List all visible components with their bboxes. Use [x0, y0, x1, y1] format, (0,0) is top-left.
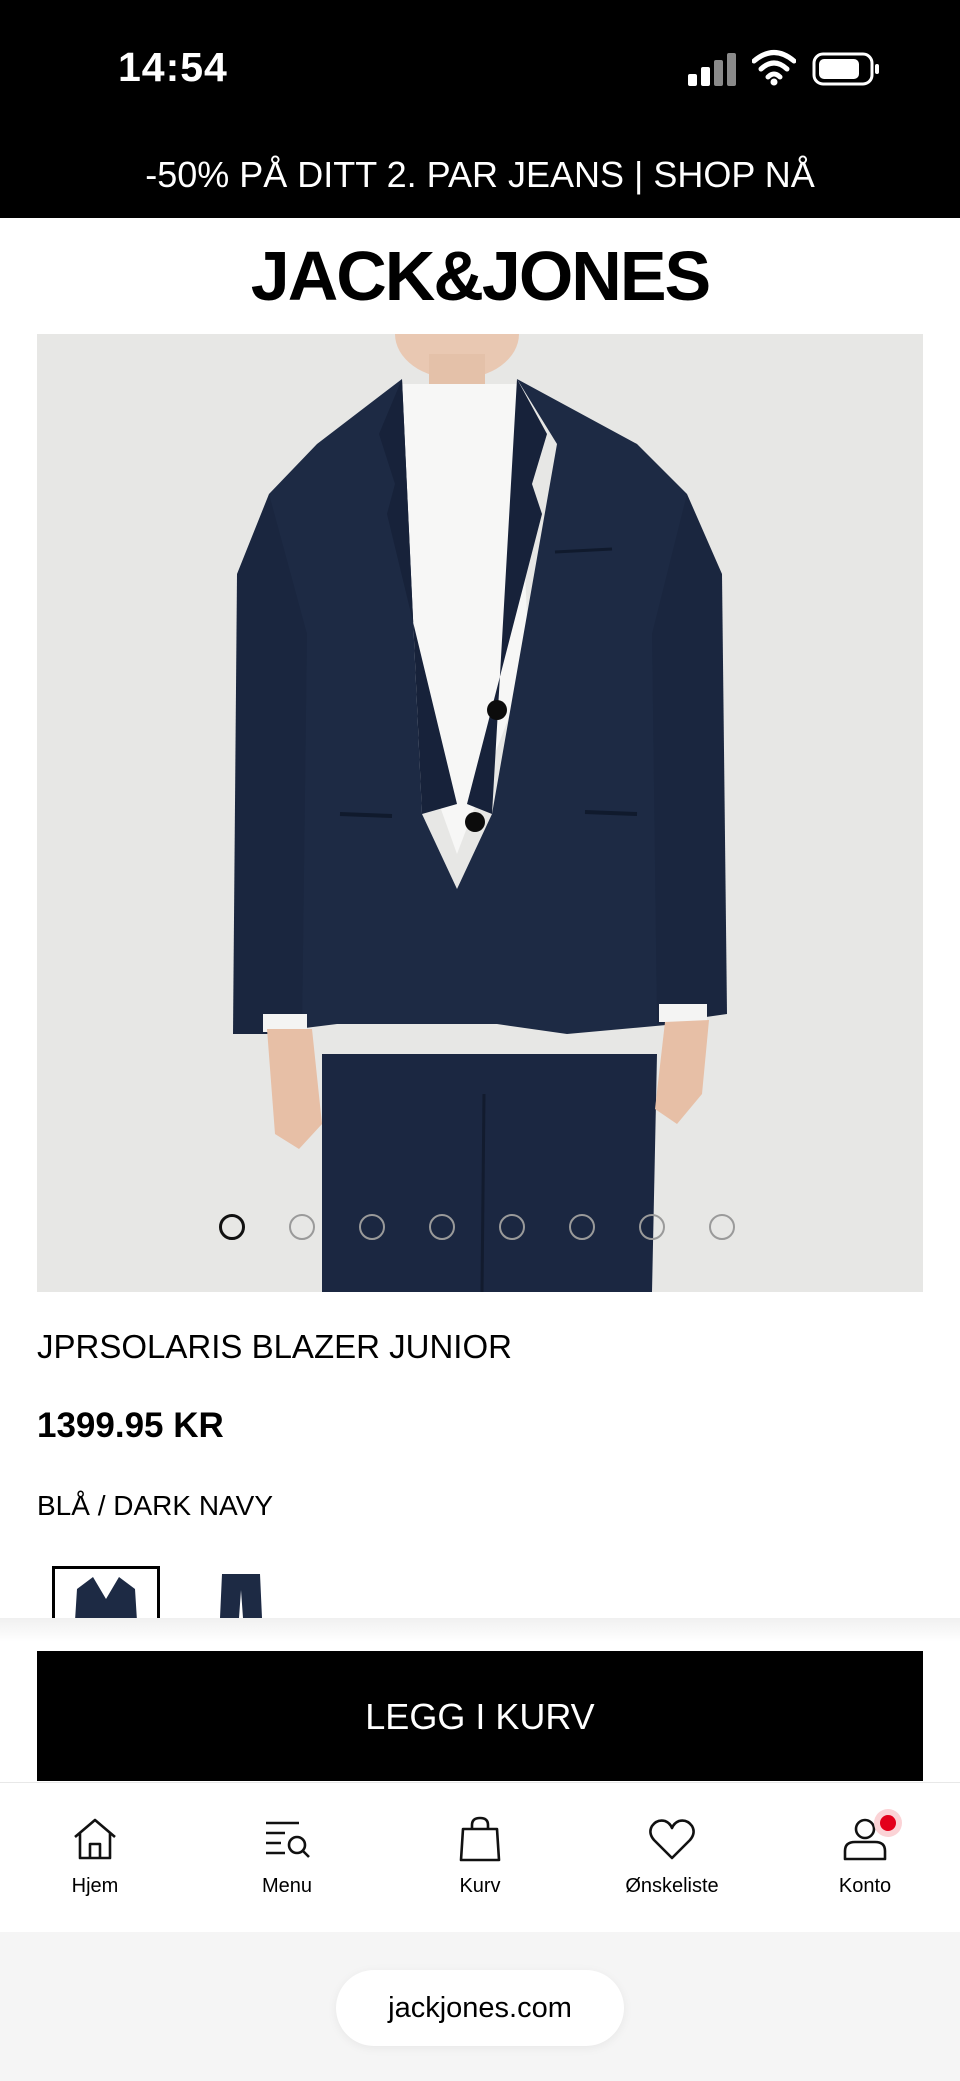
product-photo: [233, 334, 727, 1292]
carousel-dot[interactable]: [569, 1214, 595, 1240]
nav-item-home[interactable]: Hjem: [20, 1813, 170, 1898]
status-bar: 14:54: [0, 0, 960, 140]
bag-icon: [459, 1816, 501, 1862]
product-name: JPRSOLARIS BLAZER JUNIOR: [37, 1328, 512, 1365]
product-image[interactable]: [37, 334, 923, 1292]
cellular-signal-icon: [688, 52, 738, 86]
status-time: 14:54: [118, 44, 228, 90]
blazer-thumbnail: [75, 1577, 137, 1618]
nav-label-home: Hjem: [71, 1875, 119, 1897]
swatch-blazer[interactable]: [52, 1566, 160, 1618]
image-carousel-dots: [37, 1214, 923, 1244]
battery-icon: [812, 52, 879, 86]
menu-search-icon: [266, 1821, 310, 1858]
add-to-cart-button[interactable]: LEGG I KURV: [37, 1651, 923, 1781]
url-bar[interactable]: jackjones.com: [336, 1970, 624, 2046]
carousel-dot[interactable]: [709, 1214, 735, 1240]
nav-item-cart[interactable]: Kurv: [405, 1813, 555, 1898]
swatch-trousers[interactable]: [206, 1566, 276, 1618]
nav-item-account[interactable]: Konto: [790, 1813, 940, 1898]
trousers-thumbnail: [220, 1574, 262, 1618]
carousel-dot[interactable]: [429, 1214, 455, 1240]
carousel-dot[interactable]: [359, 1214, 385, 1240]
heart-icon: [649, 1819, 695, 1860]
nav-label-wishlist: Ønskeliste: [625, 1875, 719, 1897]
carousel-dot[interactable]: [639, 1214, 665, 1240]
carousel-dot[interactable]: [499, 1214, 525, 1240]
wifi-icon: [752, 50, 796, 86]
carousel-dot[interactable]: [219, 1214, 245, 1240]
nav-label-menu: Menu: [261, 1875, 313, 1897]
sticky-divider: [0, 1618, 960, 1642]
carousel-dot[interactable]: [289, 1214, 315, 1240]
notification-badge: [880, 1815, 896, 1831]
brand-logo[interactable]: JACK&JONES: [0, 236, 960, 316]
nav-item-menu[interactable]: Menu: [212, 1813, 362, 1898]
product-price: 1399.95 KR: [37, 1406, 224, 1445]
bottom-nav: Hjem Menu Kurv Ønskeliste Konto: [0, 1782, 960, 1933]
home-icon: [74, 1818, 116, 1860]
nav-item-wishlist[interactable]: Ønskeliste: [597, 1813, 747, 1898]
promo-banner[interactable]: -50% PÅ DITT 2. PAR JEANS | SHOP NÅ: [0, 140, 960, 218]
nav-label-cart: Kurv: [459, 1875, 501, 1897]
product-color: BLÅ / DARK NAVY: [37, 1490, 274, 1521]
nav-label-account: Konto: [838, 1875, 892, 1897]
